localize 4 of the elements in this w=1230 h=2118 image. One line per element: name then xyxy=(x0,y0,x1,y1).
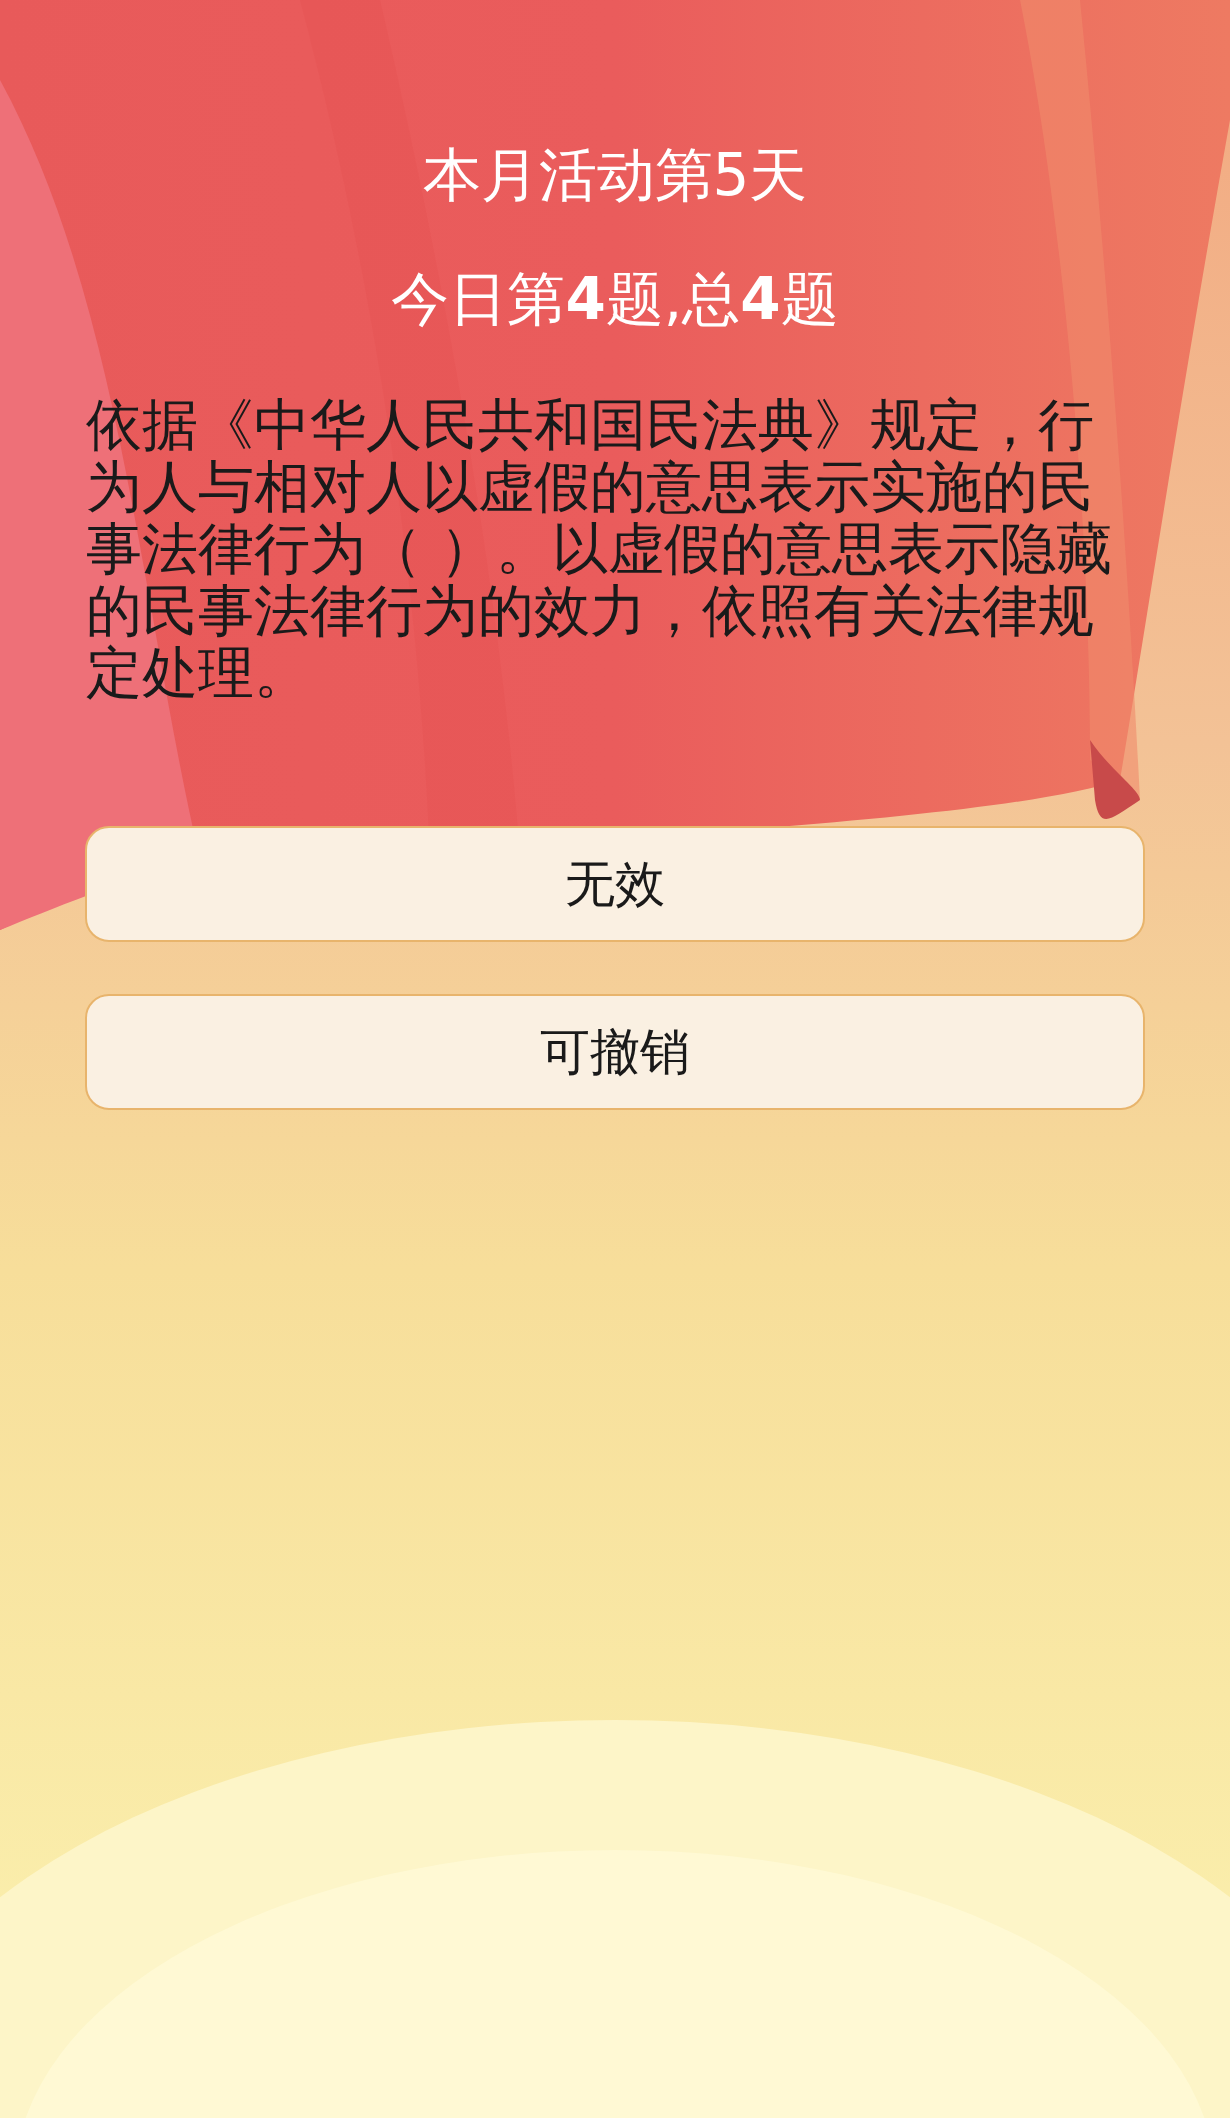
answer-option[interactable]: 可撤销 xyxy=(85,994,1145,1110)
activity-day-title: 本月活动第5天 xyxy=(422,140,808,210)
question-text: 依据《中华人民共和国民法典》规定，行为人与相对人以虚假的意思表示实施的民事法律行为（ ）。以虚假的意思表示隐藏的民事法律行为的效力，依照有关法律规定处理。 xyxy=(86,394,1113,704)
answer-option[interactable]: 无效 xyxy=(85,826,1145,942)
